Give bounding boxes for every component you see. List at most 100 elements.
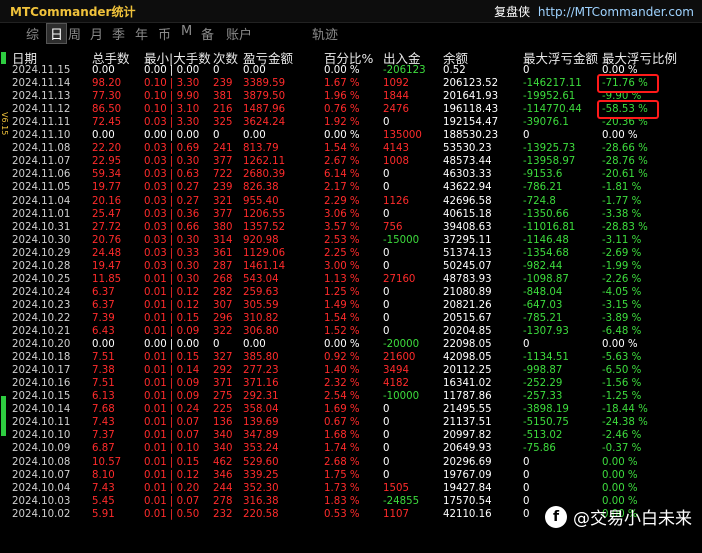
- cell-total-lots: 8.10: [92, 469, 115, 481]
- cell-trade-count: 0: [213, 339, 220, 351]
- cell-date: 2024.11.07: [12, 156, 71, 168]
- table-row[interactable]: 2024.11.07 22.95 0.03 | 0.30 377 1262.11 2.67…: [8, 155, 702, 168]
- cell-date: 2024.11.06: [12, 169, 71, 181]
- table-row[interactable]: 2024.11.06 59.34 0.03 | 0.63 722 2680.39 6.14…: [8, 168, 702, 181]
- cell-trade-count: 287: [213, 260, 233, 272]
- table-row[interactable]: 2024.10.07 8.10 0.01 | 0.12 346 339.25 1.75 %…: [8, 469, 702, 482]
- cell-deposit-withdraw: 0: [383, 430, 390, 442]
- cell-max-drawdown-pct: -1.25 %: [602, 391, 642, 403]
- table-row[interactable]: 2024.10.20 0.00 0.00 | 0.00 0 0.00 0.00 % -200…: [8, 338, 702, 351]
- table-row[interactable]: 2024.11.04 20.16 0.03 | 0.27 321 955.40 2.29 …: [8, 195, 702, 208]
- cell-min-max-lots: 0.01 | 0.15: [144, 312, 200, 324]
- cell-balance: 196118.43: [443, 104, 499, 116]
- table-row[interactable]: 2024.10.04 7.43 0.01 | 0.20 244 352.30 1.73 %…: [8, 482, 702, 495]
- table-row[interactable]: 2024.10.18 7.51 0.01 | 0.15 327 385.80 0.92 %…: [8, 351, 702, 364]
- table-row[interactable]: 2024.10.30 20.76 0.03 | 0.30 314 920.98 2.53 …: [8, 234, 702, 247]
- cell-trade-count: 239: [213, 78, 233, 90]
- table-row[interactable]: 2024.10.15 6.13 0.01 | 0.09 275 292.31 2.54 %…: [8, 390, 702, 403]
- tab-10[interactable]: 轨迹: [312, 24, 338, 43]
- cell-max-drawdown: -1354.68: [523, 247, 569, 259]
- tab-2[interactable]: 周: [68, 24, 81, 43]
- cell-date: 2024.10.17: [12, 365, 71, 377]
- table-row[interactable]: 2024.10.31 27.72 0.03 | 0.66 380 1357.52 3.57…: [8, 221, 702, 234]
- cell-percent: 0.00 %: [324, 65, 360, 76]
- cell-max-drawdown: -3898.19: [523, 404, 569, 416]
- cell-deposit-withdraw: -10000: [383, 391, 420, 403]
- cell-max-drawdown-pct: -3.11 %: [602, 234, 642, 246]
- table-row[interactable]: 2024.10.24 6.37 0.01 | 0.12 282 259.63 1.25 %…: [8, 286, 702, 299]
- cell-max-drawdown-pct: -3.15 %: [602, 299, 642, 311]
- cell-pnl: 543.04: [243, 273, 279, 285]
- table-row[interactable]: 2024.10.08 10.57 0.01 | 0.15 462 529.60 2.68 …: [8, 456, 702, 469]
- table-row[interactable]: 2024.11.08 22.20 0.03 | 0.69 241 813.79 1.54 …: [8, 142, 702, 155]
- table-row[interactable]: 2024.10.17 7.38 0.01 | 0.14 292 277.23 1.40 %…: [8, 364, 702, 377]
- cell-max-drawdown: 0: [523, 469, 530, 481]
- cell-balance: 20649.93: [443, 443, 492, 455]
- tab-3[interactable]: 月: [90, 24, 103, 43]
- cell-trade-count: 268: [213, 273, 233, 285]
- cell-max-drawdown: -513.02: [523, 430, 563, 442]
- cell-balance: 0.52: [443, 65, 466, 76]
- cell-min-max-lots: 0.03 | 0.30: [144, 260, 200, 272]
- table-row[interactable]: 2024.10.10 7.37 0.01 | 0.07 340 347.89 1.68 %…: [8, 429, 702, 442]
- cell-date: 2024.10.24: [12, 286, 71, 298]
- cell-max-drawdown: -9153.6: [523, 169, 563, 181]
- cell-pnl: 1206.55: [243, 208, 286, 220]
- cell-trade-count: 371: [213, 378, 233, 390]
- table-row[interactable]: 2024.10.28 19.47 0.03 | 0.30 287 1461.14 3.00…: [8, 260, 702, 273]
- cell-trade-count: 340: [213, 430, 233, 442]
- tab-0[interactable]: 综: [26, 24, 39, 43]
- table-row[interactable]: 2024.10.16 7.51 0.01 | 0.09 371 371.16 2.32 %…: [8, 377, 702, 390]
- website-link[interactable]: http://MTCommander.com: [538, 5, 694, 19]
- cell-max-drawdown: -1098.87: [523, 273, 569, 285]
- cell-max-drawdown: -998.87: [523, 365, 563, 377]
- table-row[interactable]: 2024.10.09 6.87 0.01 | 0.10 340 353.24 1.74 %…: [8, 442, 702, 455]
- table-row[interactable]: 2024.10.11 7.43 0.01 | 0.07 136 139.69 0.67 %…: [8, 416, 702, 429]
- cell-percent: 2.67 %: [324, 156, 360, 168]
- cell-trade-count: 381: [213, 91, 233, 103]
- table-row[interactable]: 2024.10.21 6.43 0.01 | 0.09 322 306.80 1.52 %…: [8, 325, 702, 338]
- tab-5[interactable]: 年: [135, 24, 148, 43]
- cell-date: 2024.10.16: [12, 378, 71, 390]
- cell-pnl: 0.00: [243, 65, 266, 76]
- cell-date: 2024.11.11: [12, 117, 71, 129]
- cell-deposit-withdraw: 0: [383, 469, 390, 481]
- tab-1[interactable]: 日: [46, 23, 68, 44]
- cell-max-drawdown-pct: -5.63 %: [602, 352, 642, 364]
- cell-balance: 21495.55: [443, 404, 492, 416]
- cell-max-drawdown-pct: -28.76 %: [602, 156, 648, 168]
- table-row[interactable]: 2024.10.29 24.48 0.03 | 0.33 361 1129.06 2.25…: [8, 247, 702, 260]
- table-row[interactable]: 2024.10.25 11.85 0.01 | 0.30 268 543.04 1.13 …: [8, 273, 702, 286]
- cell-percent: 3.06 %: [324, 208, 360, 220]
- brand-name[interactable]: 复盘侠: [494, 5, 530, 19]
- table-row[interactable]: 2024.11.01 25.47 0.03 | 0.36 377 1206.55 3.06…: [8, 208, 702, 221]
- table-row[interactable]: 2024.11.10 0.00 0.00 | 0.00 0 0.00 0.00 % 1350…: [8, 129, 702, 142]
- cell-min-max-lots: 0.03 | 0.69: [144, 143, 200, 155]
- cell-pnl: 371.16: [243, 378, 279, 390]
- tab-9[interactable]: 账户: [226, 24, 252, 43]
- cell-min-max-lots: 0.10 | 3.30: [144, 78, 200, 90]
- table-row[interactable]: 2024.10.22 7.39 0.01 | 0.15 296 310.82 1.54 %…: [8, 312, 702, 325]
- table-row[interactable]: 2024.10.14 7.68 0.01 | 0.24 225 358.04 1.69 %…: [8, 403, 702, 416]
- cell-percent: 0.00 %: [324, 130, 360, 142]
- table-row[interactable]: 2024.11.05 19.77 0.03 | 0.27 239 826.38 2.17 …: [8, 181, 702, 194]
- cell-pnl: 3624.24: [243, 117, 286, 129]
- cell-date: 2024.10.30: [12, 234, 71, 246]
- table-row[interactable]: 2024.10.23 6.37 0.01 | 0.12 307 305.59 1.49 %…: [8, 299, 702, 312]
- tab-4[interactable]: 季: [112, 24, 125, 43]
- cell-percent: 1.92 %: [324, 117, 360, 129]
- tab-6[interactable]: 币: [158, 24, 171, 43]
- cell-min-max-lots: 0.01 | 0.24: [144, 404, 200, 416]
- cell-percent: 0.76 %: [324, 104, 360, 116]
- cell-pnl: 277.23: [243, 365, 279, 377]
- cell-deposit-withdraw: 0: [383, 169, 390, 181]
- cell-max-drawdown-pct: -0.37 %: [602, 443, 642, 455]
- tab-8[interactable]: 备: [201, 24, 214, 43]
- cell-max-drawdown-pct: -24.38 %: [602, 417, 648, 429]
- tab-7[interactable]: M: [181, 24, 192, 39]
- cell-deposit-withdraw: 1107: [383, 508, 409, 520]
- cell-min-max-lots: 0.03 | 0.66: [144, 221, 200, 233]
- cell-deposit-withdraw: 1008: [383, 156, 409, 168]
- cell-trade-count: 307: [213, 299, 233, 311]
- cell-deposit-withdraw: 0: [383, 286, 390, 298]
